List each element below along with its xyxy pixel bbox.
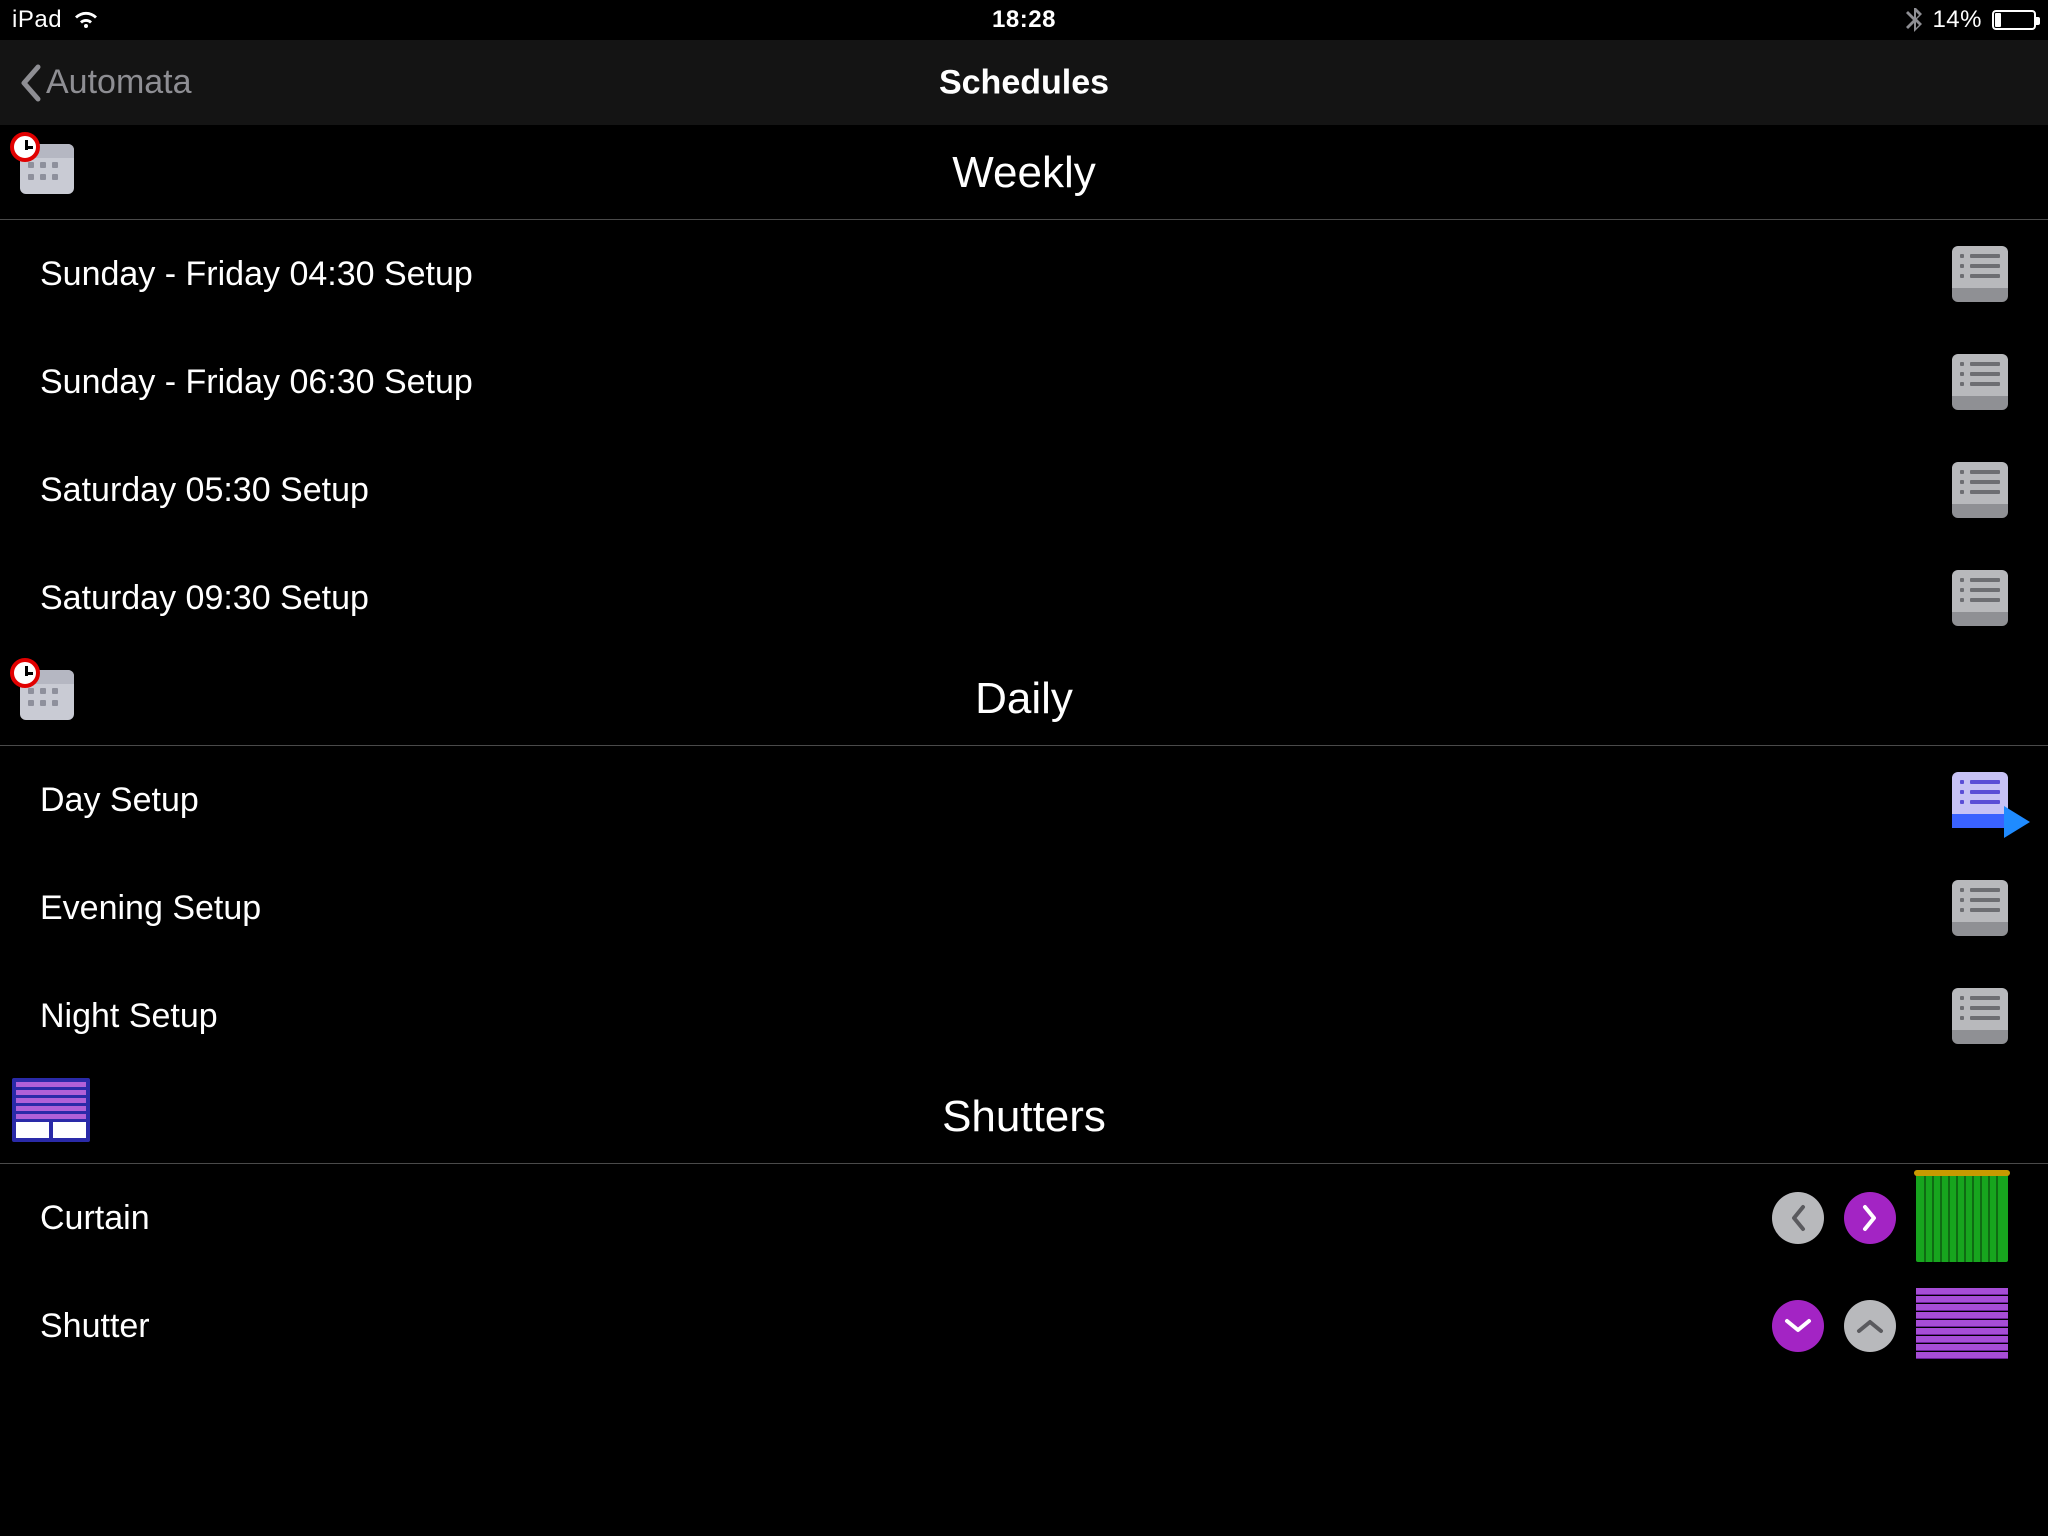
list-icon[interactable]: [1952, 880, 2008, 936]
shutter-section-icon: [12, 1078, 90, 1142]
list-icon[interactable]: [1952, 988, 2008, 1044]
section-title: Shutters: [942, 1092, 1106, 1142]
schedule-row[interactable]: Saturday 05:30 Setup: [0, 436, 2048, 544]
schedule-label: Evening Setup: [40, 889, 1952, 928]
schedule-row[interactable]: Night Setup: [0, 962, 2048, 1070]
section-title: Daily: [975, 674, 1073, 724]
shutter-down-button[interactable]: [1772, 1300, 1824, 1352]
page-title: Schedules: [939, 63, 1109, 102]
schedule-row[interactable]: Sunday - Friday 06:30 Setup: [0, 328, 2048, 436]
schedule-row[interactable]: Evening Setup: [0, 854, 2048, 962]
nav-bar: Automata Schedules: [0, 40, 2048, 126]
list-icon[interactable]: [1952, 462, 2008, 518]
chevron-left-icon: [18, 63, 42, 103]
list-active-icon[interactable]: [1952, 772, 2008, 828]
curtain-icon: [1916, 1174, 2008, 1262]
schedule-label: Day Setup: [40, 781, 1952, 820]
schedule-label: Saturday 05:30 Setup: [40, 471, 1952, 510]
section-header-weekly: Weekly: [0, 126, 2048, 220]
curtain-open-button[interactable]: [1844, 1192, 1896, 1244]
bluetooth-icon: [1906, 8, 1922, 32]
battery-percent: 14%: [1932, 6, 1982, 34]
schedule-row[interactable]: Saturday 09:30 Setup: [0, 544, 2048, 652]
battery-icon: [1992, 10, 2036, 30]
row-label: Curtain: [40, 1199, 1772, 1238]
section-title: Weekly: [952, 148, 1095, 198]
schedule-label: Sunday - Friday 04:30 Setup: [40, 255, 1952, 294]
shutter-up-button[interactable]: [1844, 1300, 1896, 1352]
shutter-icon: [1916, 1288, 2008, 1364]
schedule-row[interactable]: Day Setup: [0, 746, 2048, 854]
ios-status-bar: iPad 18:28 14%: [0, 0, 2048, 40]
calendar-clock-icon: [12, 660, 76, 724]
list-icon[interactable]: [1952, 354, 2008, 410]
back-button[interactable]: Automata: [18, 63, 192, 103]
list-icon[interactable]: [1952, 246, 2008, 302]
list-icon[interactable]: [1952, 570, 2008, 626]
schedule-label: Night Setup: [40, 997, 1952, 1036]
row-label: Shutter: [40, 1307, 1772, 1346]
calendar-clock-icon: [12, 134, 76, 198]
chevron-up-icon: [1856, 1317, 1884, 1335]
section-header-daily: Daily: [0, 652, 2048, 746]
chevron-right-icon: [1861, 1204, 1879, 1232]
back-label: Automata: [46, 63, 192, 102]
status-time: 18:28: [992, 6, 1056, 34]
shutter-row[interactable]: Shutter: [0, 1272, 2048, 1380]
schedule-label: Saturday 09:30 Setup: [40, 579, 1952, 618]
device-label: iPad: [12, 6, 62, 34]
chevron-down-icon: [1784, 1317, 1812, 1335]
schedule-row[interactable]: Sunday - Friday 04:30 Setup: [0, 220, 2048, 328]
wifi-icon: [72, 9, 100, 31]
curtain-row[interactable]: Curtain: [0, 1164, 2048, 1272]
schedule-label: Sunday - Friday 06:30 Setup: [40, 363, 1952, 402]
section-header-shutters: Shutters: [0, 1070, 2048, 1164]
curtain-close-button[interactable]: [1772, 1192, 1824, 1244]
content: Weekly Sunday - Friday 04:30 Setup Sunda…: [0, 126, 2048, 1380]
play-icon: [2004, 806, 2030, 838]
chevron-left-icon: [1789, 1204, 1807, 1232]
